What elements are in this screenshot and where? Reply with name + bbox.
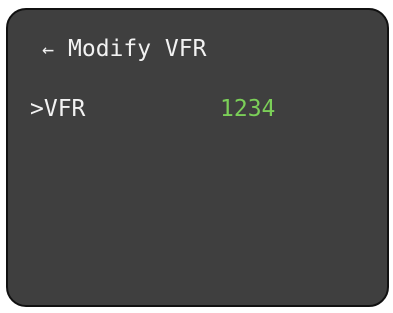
- screen-title: Modify VFR: [68, 36, 207, 62]
- screen-header[interactable]: ← Modify VFR: [42, 34, 206, 64]
- menu-item-label: VFR: [43, 96, 86, 122]
- vfr-value[interactable]: 1234: [220, 94, 275, 124]
- back-arrow-icon[interactable]: ←: [42, 34, 68, 64]
- device-screen: ← Modify VFR >VFR 1234: [6, 8, 389, 307]
- menu-item-vfr[interactable]: >VFR 1234: [30, 94, 370, 124]
- selection-cursor-icon: >: [30, 96, 44, 122]
